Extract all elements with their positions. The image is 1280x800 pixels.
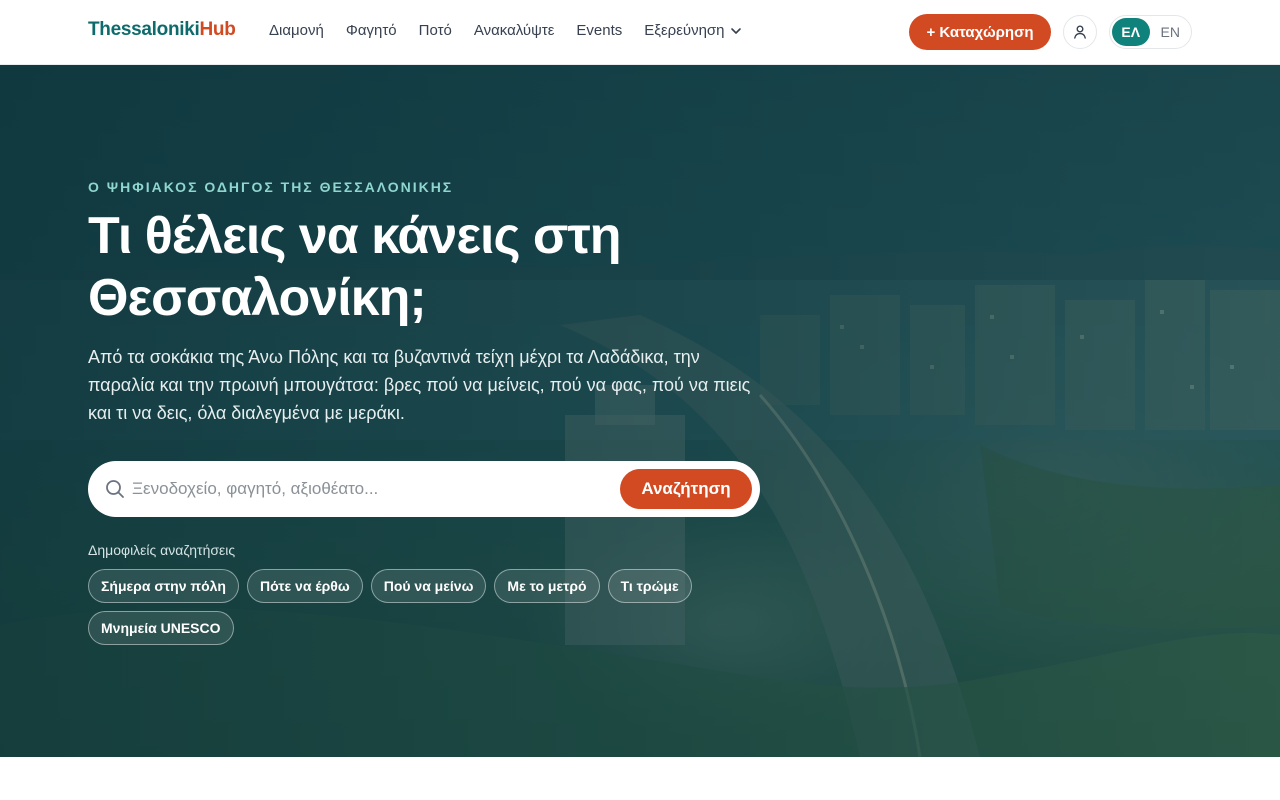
chip-unesco-monuments[interactable]: Μνημεία UNESCO (88, 611, 234, 645)
chip-what-we-eat[interactable]: Τι τρώμε (607, 569, 692, 603)
chip-by-metro[interactable]: Με το μετρό (494, 569, 600, 603)
nav-item-drinks[interactable]: Ποτό (419, 22, 452, 39)
main-nav: Διαμονή Φαγητό Ποτό Ανακαλύψτε Events Εξ… (269, 22, 764, 39)
search-bar: Αναζήτηση (88, 461, 760, 517)
popular-searches-label: Δημοφιλείς αναζητήσεις (88, 542, 236, 558)
search-button[interactable]: Αναζήτηση (620, 469, 752, 509)
site-header: ThessalonikiHub Διαμονή Φαγητό Ποτό Ανακ… (0, 0, 1280, 65)
nav-item-accommodation[interactable]: Διαμονή (269, 22, 324, 39)
nav-item-explore-label: Εξερεύνηση (644, 22, 725, 39)
chip-when-to-come[interactable]: Πότε να έρθω (246, 569, 363, 603)
popular-searches-list: Σήμερα στην πόλη Πότε να έρθω Πού να μεί… (88, 569, 768, 645)
search-icon (106, 480, 124, 498)
chip-where-to-stay[interactable]: Πού να μείνω (370, 569, 487, 603)
language-switcher: ΕΛ EN (1109, 15, 1192, 49)
chip-today-in-city[interactable]: Σήμερα στην πόλη (88, 569, 239, 603)
nav-item-events[interactable]: Events (576, 22, 622, 39)
lang-en-button[interactable]: EN (1152, 18, 1190, 46)
nav-item-food[interactable]: Φαγητό (346, 22, 397, 39)
user-account-button[interactable] (1063, 15, 1097, 49)
site-logo[interactable]: ThessalonikiHub (88, 19, 236, 41)
lang-el-button[interactable]: ΕΛ (1112, 18, 1150, 46)
hero-section: Ο ΨΗΦΙΑΚΟΣ ΟΔΗΓΟΣ ΤΗΣ ΘΕΣΣΑΛΟΝΙΚΗΣ Τι θέ… (0, 65, 1280, 757)
nav-item-discover[interactable]: Ανακαλύψτε (474, 22, 555, 39)
add-listing-button[interactable]: + Καταχώρηση (909, 14, 1051, 50)
user-icon (1074, 25, 1086, 39)
logo-text-primary: Thessaloniki (88, 19, 200, 40)
hero-eyebrow: Ο ΨΗΦΙΑΚΟΣ ΟΔΗΓΟΣ ΤΗΣ ΘΕΣΣΑΛΟΝΙΚΗΣ (88, 179, 454, 195)
nav-item-explore[interactable]: Εξερεύνηση (644, 22, 741, 39)
chevron-down-icon (730, 27, 741, 34)
logo-text-accent: Hub (199, 19, 236, 40)
hero-subtitle: Από τα σοκάκια της Άνω Πόλης και τα βυζα… (88, 347, 751, 423)
hero-title: Τι θέλεις να κάνεις στη Θεσσαλονίκη; (88, 207, 621, 327)
search-input[interactable] (132, 475, 602, 503)
